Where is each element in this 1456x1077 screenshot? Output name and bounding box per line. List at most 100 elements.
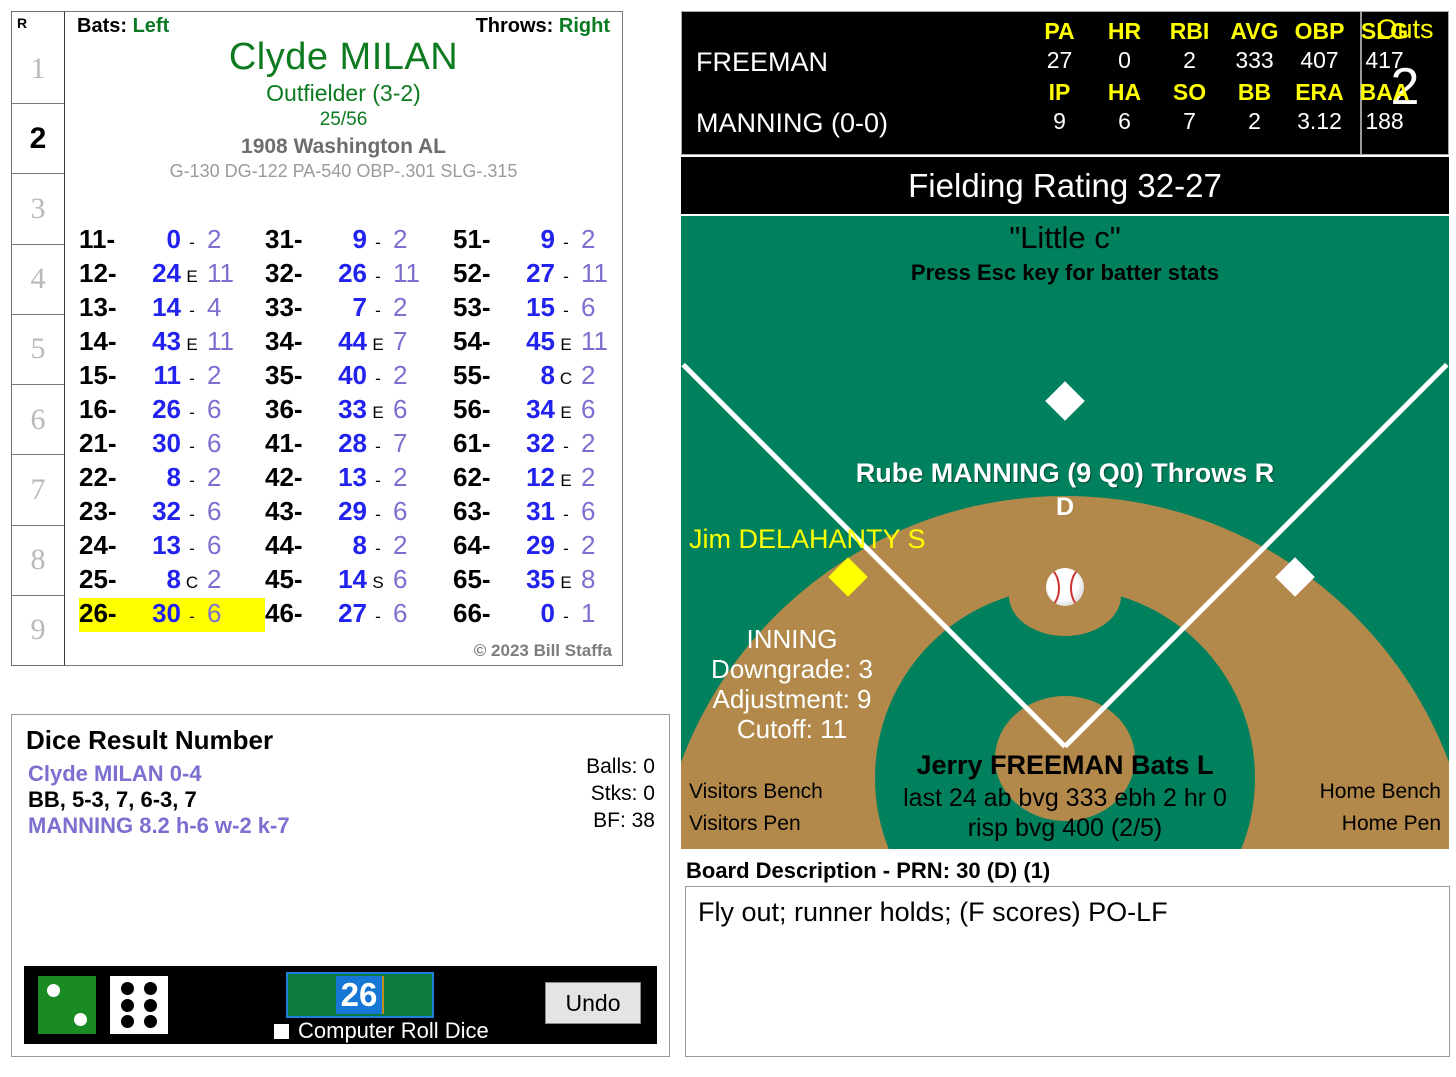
scoreboard-cell: 417 bbox=[1365, 47, 1404, 73]
roll-flag: - bbox=[189, 403, 195, 422]
inning-cell-3[interactable]: 3 bbox=[12, 173, 64, 243]
inning-cell-5[interactable]: 5 bbox=[12, 313, 64, 384]
inning-cell-8[interactable]: 8 bbox=[12, 524, 64, 595]
inning-cell-2[interactable]: 2 bbox=[12, 103, 64, 173]
card-body: Bats: Left Throws: Right Clyde MILAN Out… bbox=[65, 11, 623, 666]
roll-flag: E bbox=[560, 573, 572, 592]
roll-key: 31- bbox=[265, 224, 303, 254]
scoreboard-cell: SO bbox=[1172, 79, 1207, 105]
field-batter-name[interactable]: Jerry FREEMAN Bats L bbox=[681, 750, 1449, 781]
inning-cell-4[interactable]: 4 bbox=[12, 243, 64, 314]
adjustment-value: Adjustment: 9 bbox=[712, 684, 872, 714]
dice-roll-row: 22- 8-2 bbox=[79, 462, 265, 496]
dice-roll-row: 51- 9-2 bbox=[453, 224, 639, 258]
die-pip bbox=[73, 1013, 87, 1026]
fielding-rating-text: Fielding Rating 32-27 bbox=[908, 166, 1222, 204]
second-base bbox=[1045, 381, 1085, 421]
home-bench-link[interactable]: Home Bench bbox=[1320, 780, 1441, 804]
roll-key: 63- bbox=[453, 496, 491, 526]
board-description-text: Fly out; runner holds; (F scores) PO-LF bbox=[698, 897, 1168, 927]
roll-flag: E bbox=[372, 335, 384, 354]
white-die[interactable] bbox=[110, 976, 168, 1034]
field-pitcher-label[interactable]: Rube MANNING (9 Q0) Throws R bbox=[681, 458, 1449, 489]
scoreboard-batter-name: FREEMAN bbox=[696, 47, 829, 77]
dice-roll-row: 23- 32-6 bbox=[79, 496, 265, 530]
scoreboard-cell: 2 bbox=[1183, 47, 1196, 73]
dice-roll-row: 55- 8 C 2 bbox=[453, 360, 639, 394]
roll-key: 11- bbox=[79, 224, 116, 254]
scoreboard-cell: 407 bbox=[1300, 47, 1339, 73]
roll-key: 23- bbox=[79, 496, 117, 526]
player-team: 1908 Washington AL bbox=[241, 135, 446, 158]
roll-result: 29 bbox=[338, 496, 367, 526]
roll-flag: - bbox=[375, 233, 381, 252]
roll-secondary: 7 bbox=[393, 428, 408, 458]
dice-roll-row: 16- 26-6 bbox=[79, 394, 265, 428]
roll-result: 15 bbox=[526, 292, 555, 322]
baseball-field[interactable]: "Little c" Press Esc key for batter stat… bbox=[681, 216, 1449, 849]
roll-key: 22- bbox=[79, 462, 117, 492]
roll-value: 26 bbox=[335, 976, 385, 1014]
pitcher-stat-headers: IP HA SO BB ERA BAA bbox=[1027, 79, 1417, 106]
batter-summary-line: Clyde MILAN 0-4 bbox=[28, 761, 202, 786]
runner-on-third-label[interactable]: Jim DELAHANTY S bbox=[689, 524, 926, 555]
dice-roll-row: 41- 28-7 bbox=[265, 428, 453, 462]
roll-key: 62- bbox=[453, 462, 491, 492]
roll-result: 7 bbox=[352, 292, 367, 322]
downgrade-value: Downgrade: 3 bbox=[711, 654, 873, 684]
roll-secondary: 6 bbox=[393, 394, 408, 424]
roll-secondary: 2 bbox=[581, 224, 596, 254]
roll-flag: - bbox=[189, 233, 195, 252]
roll-flag: - bbox=[375, 369, 381, 388]
roll-value-field[interactable]: 26 bbox=[286, 972, 434, 1018]
roll-flag: - bbox=[563, 233, 569, 252]
green-die[interactable] bbox=[38, 976, 96, 1034]
undo-button[interactable]: Undo bbox=[545, 982, 641, 1024]
roll-secondary: 6 bbox=[581, 292, 596, 322]
dice-roll-row: 14- 43 E 11 bbox=[79, 326, 265, 360]
roll-flag: - bbox=[375, 471, 381, 490]
roll-flag: - bbox=[563, 267, 569, 286]
dice-panel-title: Dice Result Number bbox=[26, 725, 274, 755]
roll-flag: - bbox=[375, 267, 381, 286]
roll-secondary: 6 bbox=[207, 598, 222, 628]
roll-secondary: 11 bbox=[581, 258, 608, 288]
roll-key: 34- bbox=[265, 326, 303, 356]
inning-cell-6[interactable]: 6 bbox=[12, 384, 64, 454]
dice-roll-row: 26- 30-6 bbox=[79, 598, 265, 632]
roll-result: 8 bbox=[166, 462, 181, 492]
visitors-pen-link[interactable]: Visitors Pen bbox=[689, 812, 801, 836]
throws-value: Right bbox=[558, 15, 610, 37]
computer-roll-dice-checkbox[interactable]: Computer Roll Dice bbox=[274, 1018, 489, 1044]
scoreboard-cell: PA bbox=[1044, 18, 1075, 44]
scoreboard-cell: HR bbox=[1107, 18, 1142, 44]
roll-flag: - bbox=[375, 505, 381, 524]
roll-secondary: 2 bbox=[207, 224, 222, 254]
roll-secondary: 2 bbox=[393, 292, 408, 322]
home-pen-link[interactable]: Home Pen bbox=[1342, 812, 1441, 836]
visitors-bench-link[interactable]: Visitors Bench bbox=[689, 780, 823, 804]
roll-result: 0 bbox=[166, 224, 181, 254]
dice-roll-row: 63- 31-6 bbox=[453, 496, 639, 530]
roll-secondary: 2 bbox=[581, 462, 596, 492]
roll-flag: E bbox=[372, 403, 384, 422]
scoreboard-stats: FREEMAN MANNING (0-0) PA HR RBI AVG OBP SLG 2… bbox=[682, 12, 1409, 154]
scoreboard-cell: IP bbox=[1048, 79, 1071, 105]
roll-result: 0 bbox=[540, 598, 555, 628]
roll-flag: - bbox=[189, 369, 195, 388]
roll-key: 55- bbox=[453, 360, 491, 390]
roll-key: 41- bbox=[265, 428, 303, 458]
dice-roll-row: 11- 0-2 bbox=[79, 224, 265, 258]
roll-key: 36- bbox=[265, 394, 303, 424]
inning-cell-1[interactable]: 1 bbox=[12, 34, 64, 103]
roll-secondary: 11 bbox=[393, 258, 420, 288]
dice-roll-row: 34- 44 E 7 bbox=[265, 326, 453, 360]
roll-result: 34 bbox=[526, 394, 555, 424]
roll-secondary: 2 bbox=[581, 530, 596, 560]
roll-key: 15- bbox=[79, 360, 117, 390]
dice-roll-row: 61- 32-2 bbox=[453, 428, 639, 462]
scoreboard-cell: RBI bbox=[1169, 18, 1210, 44]
inning-cell-7[interactable]: 7 bbox=[12, 454, 64, 524]
roll-secondary: 2 bbox=[393, 462, 408, 492]
inning-cell-9[interactable]: 9 bbox=[12, 594, 64, 665]
